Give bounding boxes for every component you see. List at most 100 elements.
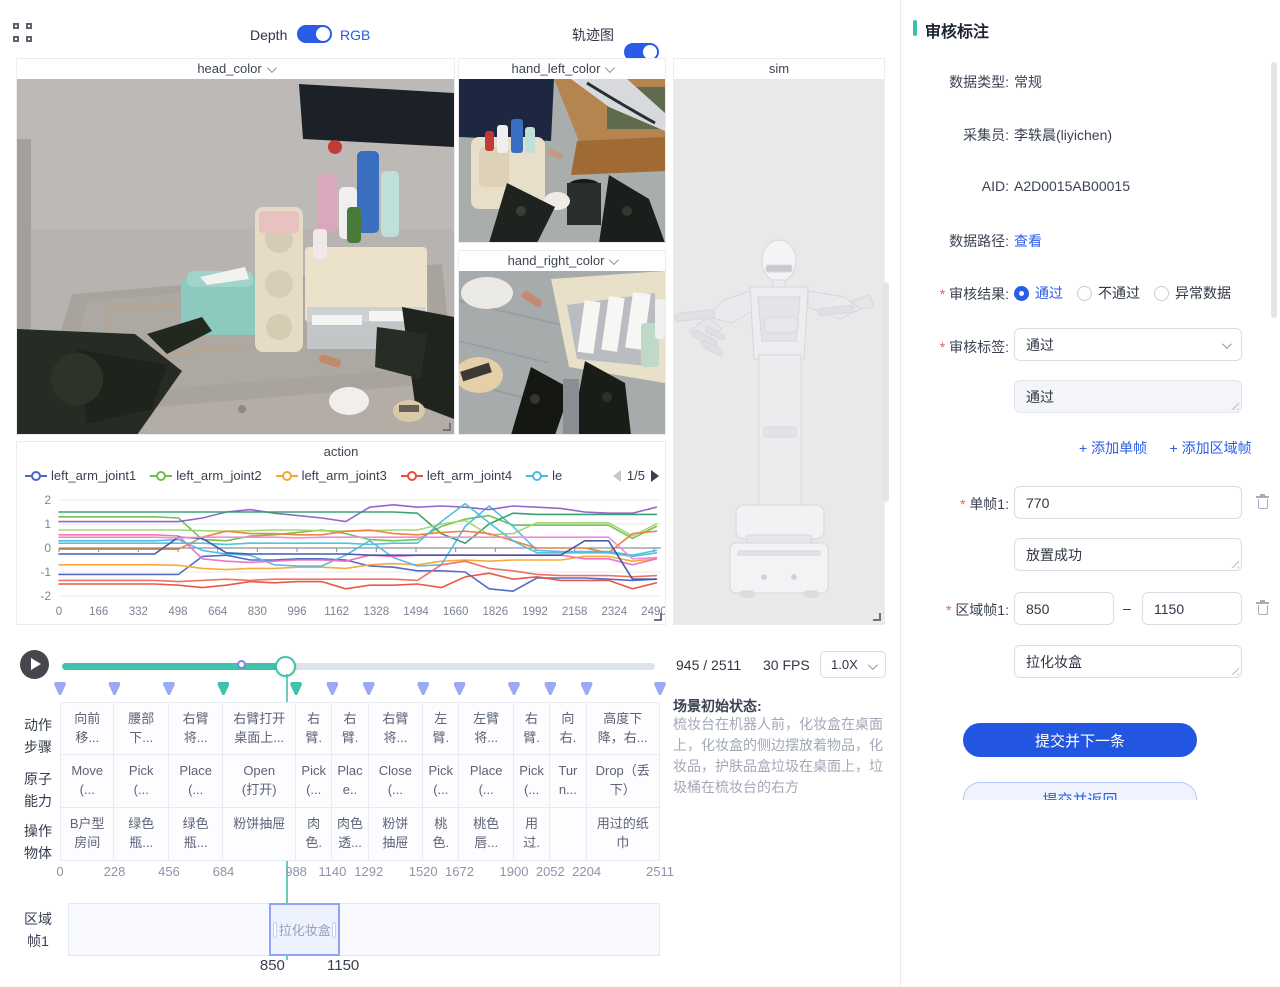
delete-region-frame-icon[interactable]	[1255, 600, 1270, 616]
step-cell[interactable]: 右 臂.	[514, 702, 550, 755]
fullscreen-icon[interactable]	[13, 23, 32, 42]
legend-item[interactable]: left_arm_joint4	[401, 468, 512, 483]
resize-grip-icon[interactable]	[1230, 666, 1239, 675]
step-cell[interactable]: 右臂 将...	[169, 702, 223, 755]
chevron-down-icon	[609, 255, 619, 265]
result-radio-group: 通过不通过异常数据	[1014, 283, 1245, 303]
resize-grip-icon[interactable]	[1230, 559, 1239, 568]
timeline-marker[interactable]	[108, 682, 120, 695]
radio-icon[interactable]	[1014, 286, 1029, 301]
step-cell[interactable]: 桃 色.	[423, 808, 459, 861]
submit-back-button[interactable]: 提交并返回	[963, 782, 1197, 800]
step-cell[interactable]: Plac e..	[332, 755, 368, 808]
timeline-marker[interactable]	[54, 682, 66, 695]
legend-item[interactable]: left_arm_joint1	[25, 468, 136, 483]
step-cell[interactable]: Move (...	[60, 755, 114, 808]
step-cell[interactable]: 右 臂.	[296, 702, 332, 755]
step-cell[interactable]: 向 右.	[550, 702, 586, 755]
hand-left-select[interactable]: hand_left_color	[459, 59, 665, 79]
timeline-marker[interactable]	[454, 682, 466, 695]
step-cell[interactable]: 绿色 瓶...	[169, 808, 223, 861]
step-cell[interactable]: 高度下 降，右...	[587, 702, 660, 755]
step-cell[interactable]: 右臂打开 桌面上...	[223, 702, 296, 755]
resize-handle-icon[interactable]	[873, 613, 881, 621]
region-note-textarea[interactable]: 拉化妆盒	[1014, 645, 1242, 678]
segment-left-handle[interactable]	[273, 922, 277, 938]
region-start-input[interactable]: 850	[1014, 592, 1114, 625]
region-start-value: 850	[1026, 601, 1049, 617]
region-segment[interactable]: 拉化妆盒	[269, 903, 340, 956]
step-cell[interactable]: Tur n...	[550, 755, 586, 808]
single-frame-dot[interactable]	[237, 660, 246, 669]
tag-note-textarea[interactable]: 通过	[1014, 380, 1242, 413]
result-radio-1[interactable]: 不通过	[1077, 285, 1140, 301]
step-cell[interactable]: Drop（丢 下）	[587, 755, 660, 808]
single-frame-note-value: 放置成功	[1026, 545, 1082, 565]
play-button[interactable]	[20, 650, 49, 679]
timeline-marker[interactable]	[326, 682, 338, 695]
timeline-marker[interactable]	[217, 682, 229, 695]
radio-icon[interactable]	[1154, 286, 1169, 301]
svg-text:-2: -2	[40, 589, 51, 603]
step-cell[interactable]: 用过的纸 巾	[587, 808, 660, 861]
step-cell[interactable]: 左臂 将...	[459, 702, 513, 755]
add-single-frame-link[interactable]: + 添加单帧	[1079, 440, 1147, 456]
step-cell[interactable]: Pick (...	[296, 755, 332, 808]
single-frame-note-textarea[interactable]: 放置成功	[1014, 538, 1242, 571]
step-cell[interactable]: 绿色 瓶...	[114, 808, 168, 861]
step-cell[interactable]: Pick (...	[423, 755, 459, 808]
speed-select[interactable]: 1.0X	[820, 651, 886, 678]
step-cell[interactable]: Place (...	[459, 755, 513, 808]
step-cell[interactable]: 粉饼 抽屉	[369, 808, 423, 861]
result-radio-0[interactable]: 通过	[1014, 285, 1063, 301]
step-cell[interactable]: Pick (...	[114, 755, 168, 808]
step-cell[interactable]: 肉 色.	[296, 808, 332, 861]
timeline-marker[interactable]	[363, 682, 375, 695]
step-cell[interactable]: 右 臂.	[332, 702, 368, 755]
step-cell[interactable]: Pick (...	[514, 755, 550, 808]
step-cell[interactable]: Close (...	[369, 755, 423, 808]
radio-icon[interactable]	[1077, 286, 1092, 301]
step-cell[interactable]: 向前 移...	[60, 702, 114, 755]
step-cell[interactable]	[550, 808, 586, 861]
step-cell[interactable]: Place (...	[169, 755, 223, 808]
step-cell[interactable]: 桃色 唇...	[459, 808, 513, 861]
step-cell[interactable]: 腰部 下...	[114, 702, 168, 755]
legend-item[interactable]: left_arm_joint2	[150, 468, 261, 483]
left-scrollbar[interactable]	[883, 282, 889, 502]
legend-item[interactable]: left_arm_joint3	[276, 468, 387, 483]
timeline-marker[interactable]	[654, 682, 666, 695]
resize-grip-icon[interactable]	[1230, 401, 1239, 410]
head-camera-select[interactable]: head_color	[17, 59, 454, 79]
timeline-marker[interactable]	[581, 682, 593, 695]
delete-single-frame-icon[interactable]	[1255, 494, 1270, 510]
step-cell[interactable]: 左 臂.	[423, 702, 459, 755]
resize-handle-icon[interactable]	[443, 423, 451, 431]
tag-select[interactable]: 通过	[1014, 328, 1242, 361]
step-cell[interactable]: B户型 房间	[60, 808, 114, 861]
data-path-link[interactable]: 查看	[1014, 231, 1042, 251]
legend-next-icon[interactable]	[651, 470, 659, 482]
segment-right-handle[interactable]	[332, 922, 336, 938]
timeline-marker[interactable]	[290, 682, 302, 695]
hand-right-select[interactable]: hand_right_color	[459, 251, 665, 271]
legend-item[interactable]: le	[526, 468, 562, 483]
region-end-input[interactable]: 1150	[1142, 592, 1242, 625]
legend-prev-icon[interactable]	[613, 470, 621, 482]
add-region-frame-link[interactable]: + 添加区域帧	[1170, 440, 1252, 456]
resize-handle-icon[interactable]	[654, 613, 662, 621]
submit-next-button[interactable]: 提交并下一条	[963, 723, 1197, 757]
single-frame-input[interactable]: 770	[1014, 486, 1242, 519]
timeline-marker[interactable]	[508, 682, 520, 695]
step-cell[interactable]: Open (打开)	[223, 755, 296, 808]
result-radio-2[interactable]: 异常数据	[1154, 285, 1231, 301]
step-cell[interactable]: 粉饼抽屉	[223, 808, 296, 861]
step-cell[interactable]: 肉色 透...	[332, 808, 368, 861]
step-cell[interactable]: 用 过.	[514, 808, 550, 861]
depth-rgb-toggle[interactable]	[297, 25, 332, 43]
timeline-marker[interactable]	[544, 682, 556, 695]
step-cell[interactable]: 右臂 将...	[369, 702, 423, 755]
right-scrollbar[interactable]	[1271, 62, 1277, 318]
timeline-marker[interactable]	[417, 682, 429, 695]
timeline-marker[interactable]	[163, 682, 175, 695]
